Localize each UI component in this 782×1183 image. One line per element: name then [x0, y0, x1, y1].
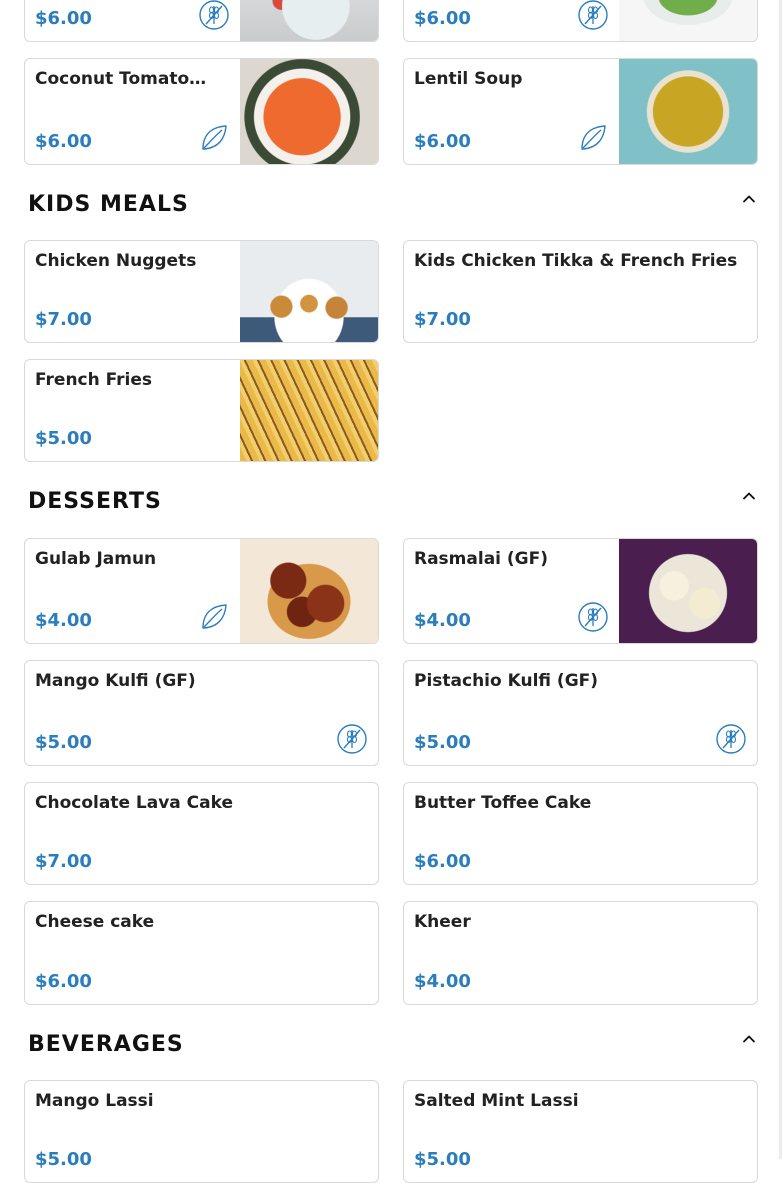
item-name: Cheese cake	[35, 912, 155, 932]
item-name: Gulab Jamun	[35, 549, 157, 569]
item-price: $6.00	[414, 8, 471, 29]
menu-item-card[interactable]: $6.00	[403, 0, 758, 42]
item-name: Butter Toffee Cake	[414, 793, 592, 813]
item-price: $7.00	[35, 309, 92, 330]
item-price: $5.00	[35, 428, 92, 449]
menu-item-card[interactable]: Coconut Tomato… $6.00	[24, 58, 379, 165]
menu-item-card[interactable]: Mango Kulfi (GF) $5.00	[24, 660, 379, 766]
item-photo-chicken-nuggets	[240, 241, 378, 342]
item-name: Chicken Nuggets	[35, 251, 197, 271]
item-price: $5.00	[35, 1149, 92, 1170]
item-photo-salad	[240, 0, 378, 41]
vegan-leaf-icon	[577, 122, 609, 154]
item-price: $6.00	[414, 851, 471, 872]
item-name: Lentil Soup	[414, 69, 523, 89]
menu-item-card[interactable]: Mango Lassi $5.00	[24, 1080, 379, 1183]
menu-item-card[interactable]: Pistachio Kulfi (GF) $5.00	[403, 660, 758, 766]
item-photo-tomato-soup	[240, 59, 378, 164]
item-name: Pistachio Kulfi (GF)	[414, 671, 599, 691]
item-price: $4.00	[414, 610, 471, 631]
menu-item-card[interactable]: French Fries $5.00	[24, 359, 379, 462]
item-photo-french-fries	[240, 360, 378, 461]
collapse-kids-meals-button[interactable]	[738, 188, 760, 210]
item-price: $5.00	[414, 732, 471, 753]
gluten-free-icon	[577, 0, 609, 31]
item-name: Rasmalai (GF)	[414, 549, 549, 569]
menu-item-card[interactable]: Rasmalai (GF) $4.00	[403, 538, 758, 644]
menu-item-card[interactable]: Gulab Jamun $4.00	[24, 538, 379, 644]
chevron-up-icon	[741, 191, 757, 207]
item-price: $4.00	[414, 971, 471, 992]
menu-item-card[interactable]: Salted Mint Lassi $5.00	[403, 1080, 758, 1183]
item-photo-greens	[619, 0, 757, 41]
vegan-leaf-icon	[198, 122, 230, 154]
item-photo-gulab-jamun	[240, 539, 378, 643]
item-photo-rasmalai	[619, 539, 757, 643]
item-price: $6.00	[414, 131, 471, 152]
section-title-beverages: BEVERAGES	[28, 1032, 184, 1057]
gluten-free-icon	[715, 723, 747, 755]
menu-item-card[interactable]: Chocolate Lava Cake $7.00	[24, 782, 379, 885]
menu-item-card[interactable]: Cheese cake $6.00	[24, 901, 379, 1005]
chevron-up-icon	[741, 488, 757, 504]
item-price: $6.00	[35, 971, 92, 992]
item-name: Kheer	[414, 912, 471, 932]
item-name: Coconut Tomato…	[35, 69, 207, 89]
item-name: Mango Kulfi (GF)	[35, 671, 196, 691]
item-price: $5.00	[35, 732, 92, 753]
vegan-leaf-icon	[198, 601, 230, 633]
item-price: $6.00	[35, 8, 92, 29]
item-photo-lentil-soup	[619, 59, 757, 164]
item-name: Chocolate Lava Cake	[35, 793, 233, 813]
item-name: Kids Chicken Tikka & French Fries	[414, 251, 738, 271]
chevron-up-icon	[741, 1031, 757, 1047]
item-name: Salted Mint Lassi	[414, 1091, 579, 1111]
item-name: French Fries	[35, 370, 153, 390]
item-price: $6.00	[35, 131, 92, 152]
item-name: Mango Lassi	[35, 1091, 154, 1111]
menu-item-card[interactable]: Kheer $4.00	[403, 901, 758, 1005]
menu-item-card[interactable]: Kids Chicken Tikka & French Fries $7.00	[403, 240, 758, 343]
collapse-beverages-button[interactable]	[738, 1028, 760, 1050]
item-price: $4.00	[35, 610, 92, 631]
section-title-kids-meals: KIDS MEALS	[28, 192, 189, 217]
item-price: $7.00	[35, 851, 92, 872]
collapse-desserts-button[interactable]	[738, 485, 760, 507]
section-title-desserts: DESSERTS	[28, 489, 162, 514]
gluten-free-icon	[577, 601, 609, 633]
menu-item-card[interactable]: Butter Toffee Cake $6.00	[403, 782, 758, 885]
gluten-free-icon	[336, 723, 368, 755]
menu-item-card[interactable]: Lentil Soup $6.00	[403, 58, 758, 165]
menu-item-card[interactable]: $6.00	[24, 0, 379, 42]
item-price: $5.00	[414, 1149, 471, 1170]
gluten-free-icon	[198, 0, 230, 31]
menu-item-card[interactable]: Chicken Nuggets $7.00	[24, 240, 379, 343]
item-price: $7.00	[414, 309, 471, 330]
